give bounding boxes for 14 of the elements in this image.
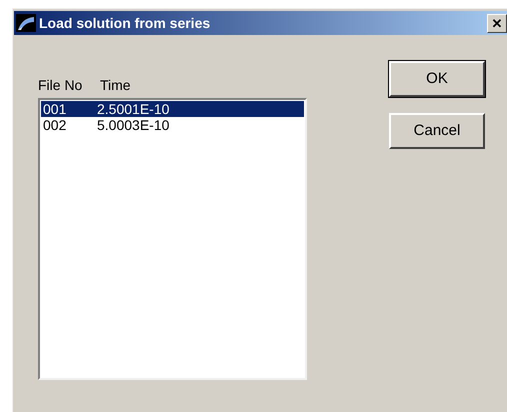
list-row[interactable]: 001 2.5001E-10 [41, 101, 304, 117]
file-number: 002 [43, 118, 68, 132]
window-title: Load solution from series [39, 14, 210, 32]
column-header: Time [100, 76, 131, 95]
time-value: 5.0003E-10 [97, 118, 170, 132]
close-button[interactable]: ✕ [487, 14, 507, 32]
ok-button[interactable]: OK [389, 61, 485, 97]
time-value: 2.5001E-10 [97, 102, 170, 116]
file-number: 001 [43, 102, 68, 116]
file-list[interactable]: 001 2.5001E-10 002 5.0003E-10 [38, 98, 307, 380]
list-row[interactable]: 002 5.0003E-10 [41, 117, 304, 133]
column-header: File No [38, 76, 84, 95]
app-icon [16, 14, 36, 32]
cancel-button[interactable]: Cancel [389, 113, 485, 149]
